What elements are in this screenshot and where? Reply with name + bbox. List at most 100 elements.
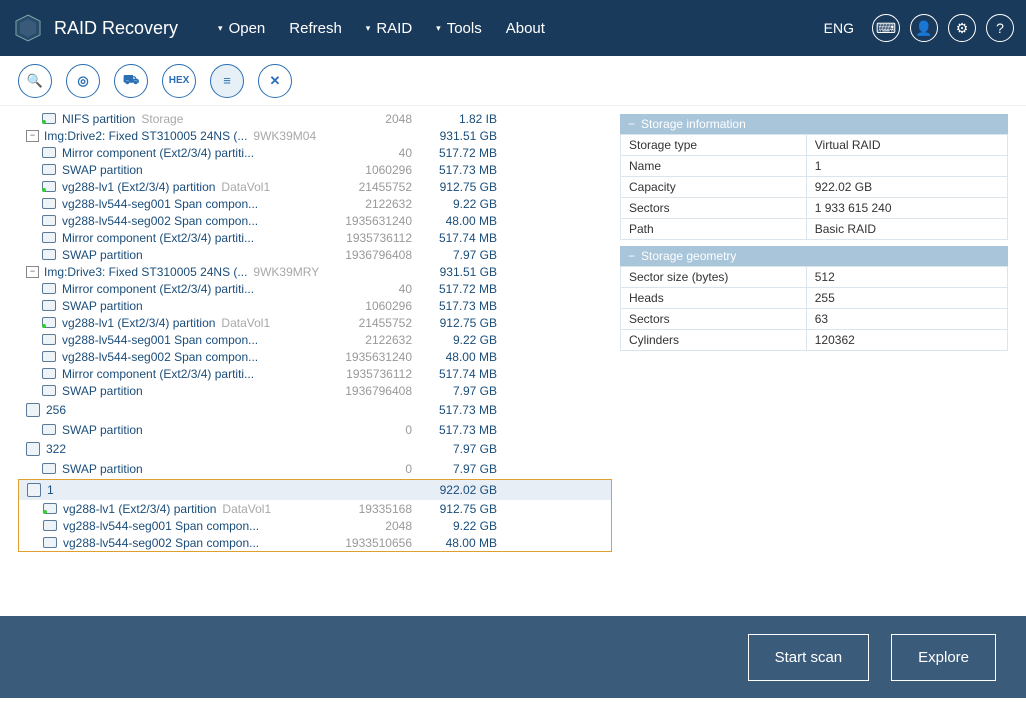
- row-sector: 1060296: [302, 299, 412, 313]
- tree-row[interactable]: SWAP partition19367964087.97 GB: [18, 246, 612, 263]
- tree-row[interactable]: vg288-lv544-seg001 Span compon...20489.2…: [19, 517, 611, 534]
- menu-raid[interactable]: ▾RAID: [366, 20, 412, 37]
- tree-row[interactable]: Mirror component (Ext2/3/4) partiti...19…: [18, 365, 612, 382]
- start-scan-button[interactable]: Start scan: [748, 634, 870, 681]
- info-value: 120362: [806, 330, 1007, 351]
- footer-bar: Start scan Explore: [0, 616, 1026, 698]
- row-meta: DataVol1: [222, 502, 271, 516]
- chevron-down-icon: ▾: [218, 23, 223, 34]
- row-sector: 1935631240: [302, 350, 412, 364]
- info-value: 512: [806, 267, 1007, 288]
- tree-row[interactable]: SWAP partition07.97 GB: [18, 460, 612, 477]
- row-size: 48.00 MB: [417, 214, 497, 228]
- menu-refresh-label: Refresh: [289, 20, 342, 37]
- target-tool-icon[interactable]: ◎: [66, 64, 100, 98]
- tree-row[interactable]: vg288-lv1 (Ext2/3/4) partitionDataVol119…: [19, 500, 611, 517]
- explore-button[interactable]: Explore: [891, 634, 996, 681]
- tree-row[interactable]: vg288-lv544-seg002 Span compon...1933510…: [19, 534, 611, 551]
- info-key: Sectors: [621, 309, 807, 330]
- info-value: 63: [806, 309, 1007, 330]
- user-icon[interactable]: 👤: [910, 14, 938, 42]
- menu-tools[interactable]: ▾Tools: [436, 20, 482, 37]
- tree-row[interactable]: vg288-lv544-seg002 Span compon...1935631…: [18, 212, 612, 229]
- logo-area: RAID Recovery: [12, 12, 178, 44]
- row-name: SWAP partition: [62, 299, 143, 313]
- row-name: vg288-lv544-seg001 Span compon...: [63, 519, 259, 533]
- close-tool-icon[interactable]: ✕: [258, 64, 292, 98]
- partition-icon: [42, 249, 56, 260]
- info-value: 1 933 615 240: [806, 198, 1007, 219]
- keyboard-icon[interactable]: ⌨: [872, 14, 900, 42]
- row-name: SWAP partition: [62, 462, 143, 476]
- row-size: 1.82 IB: [417, 112, 497, 126]
- tree-row[interactable]: vg288-lv1 (Ext2/3/4) partitionDataVol121…: [18, 314, 612, 331]
- menu-refresh[interactable]: Refresh: [289, 20, 342, 37]
- row-name: Mirror component (Ext2/3/4) partiti...: [62, 367, 254, 381]
- tree-row[interactable]: NIFS partitionStorage20481.82 IB: [18, 110, 612, 127]
- row-sector: 2122632: [302, 333, 412, 347]
- menu-open[interactable]: ▾Open: [218, 20, 265, 37]
- row-size: 517.74 MB: [417, 367, 497, 381]
- row-name: NIFS partition: [62, 112, 135, 126]
- table-row: Storage typeVirtual RAID: [621, 135, 1008, 156]
- storage-tree[interactable]: NIFS partitionStorage20481.82 IB −Img:Dr…: [0, 106, 612, 616]
- row-meta: DataVol1: [221, 180, 270, 194]
- tree-row[interactable]: Mirror component (Ext2/3/4) partiti...19…: [18, 229, 612, 246]
- row-size: 912.75 GB: [417, 316, 497, 330]
- search-tool-icon[interactable]: 🔍: [18, 64, 52, 98]
- row-name: vg288-lv544-seg001 Span compon...: [62, 333, 258, 347]
- storage-info-header[interactable]: −Storage information: [620, 114, 1008, 134]
- collapse-icon[interactable]: −: [26, 130, 39, 142]
- row-meta: DataVol1: [221, 316, 270, 330]
- storage-geom-header[interactable]: −Storage geometry: [620, 246, 1008, 266]
- tree-group-row[interactable]: 322 7.97 GB: [18, 438, 612, 460]
- row-size: 517.73 MB: [417, 403, 497, 417]
- tree-row[interactable]: SWAP partition0517.73 MB: [18, 421, 612, 438]
- help-icon[interactable]: ?: [986, 14, 1014, 42]
- tree-row[interactable]: vg288-lv544-seg001 Span compon... 2122632…: [18, 331, 612, 348]
- tree-drive-row[interactable]: −Img:Drive2: Fixed ST310005 24NS (...9WK…: [18, 127, 612, 144]
- tree-row[interactable]: vg288-lv544-seg002 Span compon...1935631…: [18, 348, 612, 365]
- gear-icon[interactable]: ⚙: [948, 14, 976, 42]
- row-size: 931.51 GB: [417, 129, 497, 143]
- tree-row[interactable]: vg288-lv1 (Ext2/3/4) partition DataVol1 21…: [18, 178, 612, 195]
- row-size: 517.74 MB: [417, 231, 497, 245]
- table-row: Capacity922.02 GB: [621, 177, 1008, 198]
- tree-row[interactable]: SWAP partition1060296517.73 MB: [18, 297, 612, 314]
- group-icon: [26, 403, 40, 417]
- collapse-icon[interactable]: −: [26, 266, 39, 278]
- row-name: vg288-lv1 (Ext2/3/4) partition: [62, 180, 215, 194]
- row-name: Img:Drive3: Fixed ST310005 24NS (...: [44, 265, 247, 279]
- partition-icon: [43, 503, 57, 514]
- list-tool-icon[interactable]: ≡: [210, 64, 244, 98]
- row-name: SWAP partition: [62, 423, 143, 437]
- tree-row[interactable]: Mirror component (Ext2/3/4) partiti...40…: [18, 144, 612, 161]
- row-size: 7.97 GB: [417, 442, 497, 456]
- hex-tool-button[interactable]: HEX: [162, 64, 196, 98]
- row-name: Img:Drive2: Fixed ST310005 24NS (...: [44, 129, 247, 143]
- menu-tools-label: Tools: [447, 20, 482, 37]
- tree-row[interactable]: Mirror component (Ext2/3/4) partiti...40…: [18, 280, 612, 297]
- tree-row[interactable]: SWAP partition1060296517.73 MB: [18, 161, 612, 178]
- info-value: Basic RAID: [806, 219, 1007, 240]
- row-size: 48.00 MB: [417, 536, 497, 550]
- row-sector: 21455752: [302, 180, 412, 194]
- row-name: 322: [46, 442, 66, 456]
- row-size: 517.72 MB: [417, 146, 497, 160]
- toolbar: 🔍 ◎ ⛟ HEX ≡ ✕: [0, 56, 1026, 106]
- menu-about[interactable]: About: [506, 20, 545, 37]
- collapse-icon: −: [628, 249, 635, 263]
- tree-row[interactable]: vg288-lv544-seg001 Span compon...2122632…: [18, 195, 612, 212]
- tree-row[interactable]: SWAP partition19367964087.97 GB: [18, 382, 612, 399]
- tree-group-row-selected[interactable]: 1922.02 GB: [19, 480, 611, 500]
- language-selector[interactable]: ENG: [824, 20, 854, 36]
- tree-drive-row[interactable]: −Img:Drive3: Fixed ST310005 24NS (...9WK…: [18, 263, 612, 280]
- tree-group-row[interactable]: 256517.73 MB: [18, 399, 612, 421]
- chevron-down-icon: ▾: [366, 23, 371, 34]
- storage-geom-table: Sector size (bytes)512 Heads255 Sectors6…: [620, 266, 1008, 351]
- row-sector: 21455752: [302, 316, 412, 330]
- drive-tool-icon[interactable]: ⛟: [114, 64, 148, 98]
- selected-group: 1922.02 GB vg288-lv1 (Ext2/3/4) partitio…: [18, 479, 612, 552]
- header-bar: RAID Recovery ▾Open Refresh ▾RAID ▾Tools…: [0, 0, 1026, 56]
- info-key: Path: [621, 219, 807, 240]
